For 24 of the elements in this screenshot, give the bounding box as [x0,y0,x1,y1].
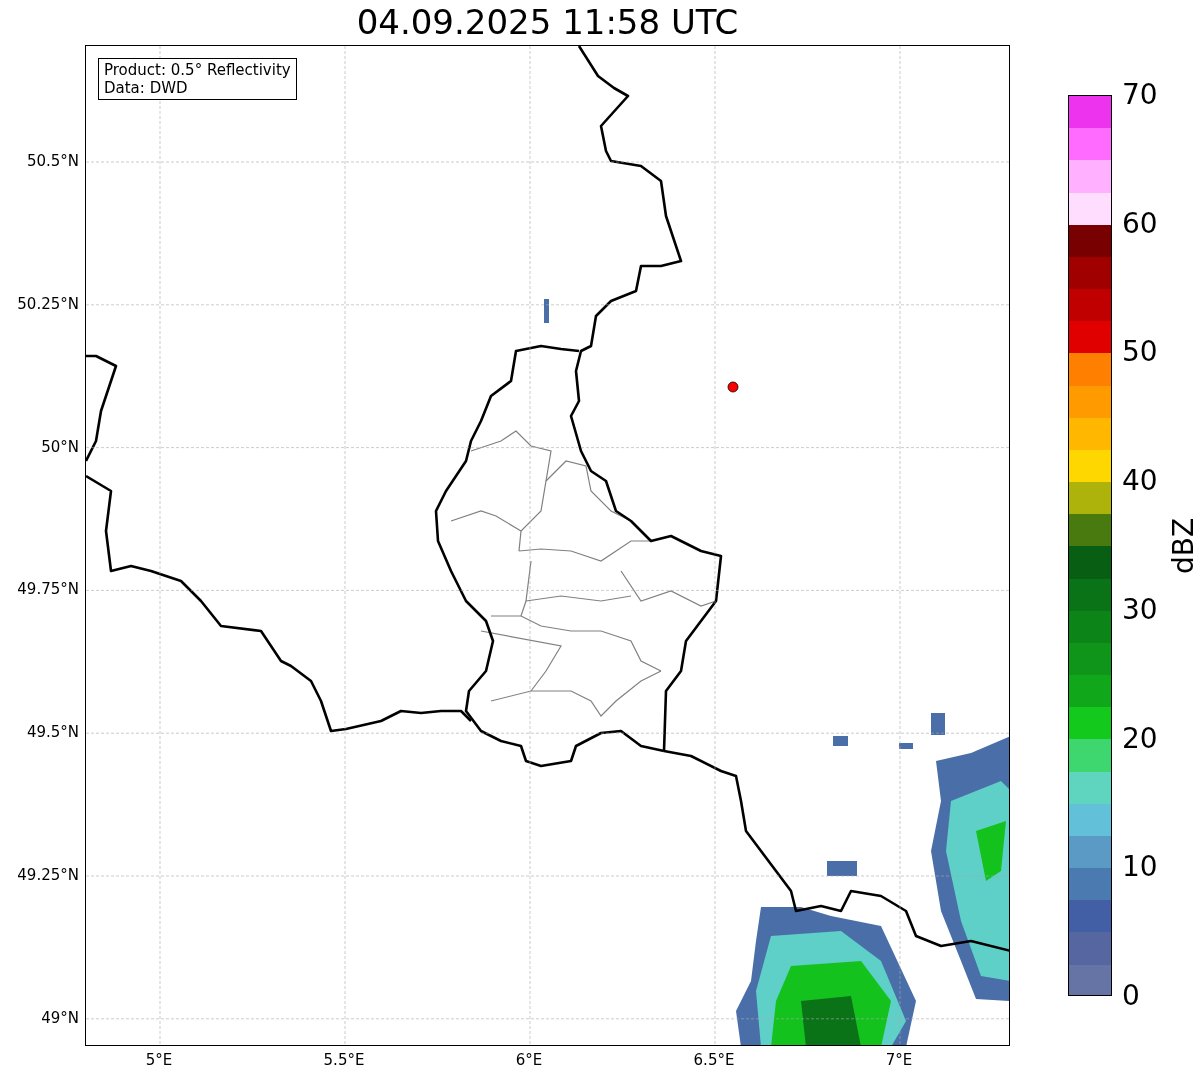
colorbar-tick-label: 50 [1122,336,1158,369]
colorbar-tick-label: 10 [1122,851,1158,884]
colorbar-tick-label: 60 [1122,207,1158,240]
latitude-label: 49°N [41,1008,79,1027]
latitude-label: 50.5°N [26,152,79,170]
latitude-label: 49.25°N [17,866,79,884]
colorbar-tick-label: 40 [1122,465,1158,498]
colorbar-label: dBZ [1168,517,1201,575]
colorbar-tick-label: 70 [1122,79,1158,111]
chart-title: 04.09.2025 11:58 UTC [356,1,739,44]
latitude-label: 49.5°N [26,723,79,742]
colorbar-tick-label: 30 [1122,593,1158,626]
legend-text: Data: DWD [104,79,189,97]
colorbar-tick-label: 0 [1122,980,1140,1012]
legend-text: Product: 0.5° Reflectivity [104,61,291,79]
longitude-label: 7°E [885,1051,913,1069]
longitude-label: 5.5°E [323,1051,365,1069]
longitude-label: 6°E [515,1051,543,1069]
latitude-label: 49.75°N [17,580,79,599]
latitude-label: 50.25°N [17,294,79,313]
longitude-label: 5°E [145,1051,173,1069]
colorbar-tick-label: 20 [1122,722,1158,755]
longitude-label: 6.5°E [693,1051,735,1069]
latitude-label: 50°N [41,437,79,456]
